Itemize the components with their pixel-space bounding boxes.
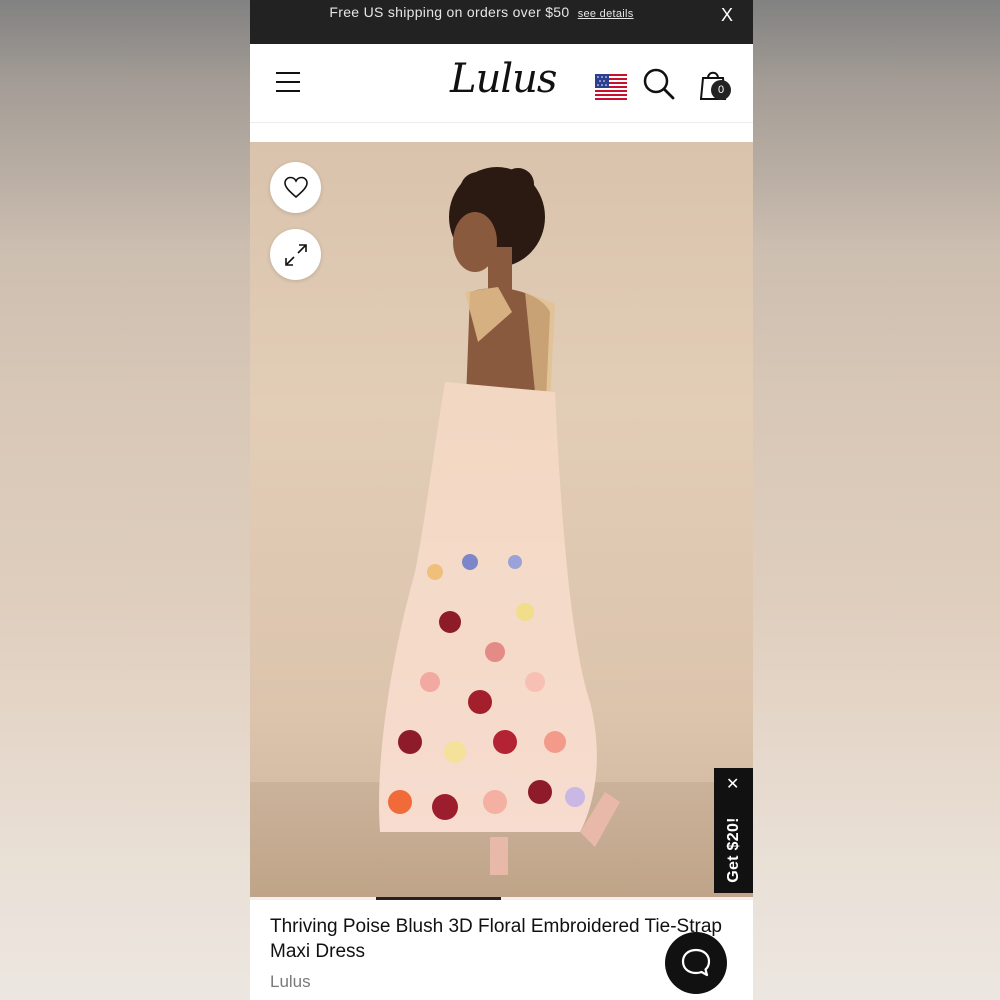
promo-text-wrap: Free US shipping on orders over $50 see … xyxy=(250,4,713,20)
model-illustration xyxy=(379,167,620,875)
get-20-promo-tab[interactable]: ✕ Get $20! xyxy=(714,768,753,893)
search-icon[interactable] xyxy=(642,67,676,101)
chat-button[interactable] xyxy=(665,932,727,994)
gallery-progress-track xyxy=(250,897,753,900)
menu-icon[interactable] xyxy=(276,72,300,92)
lulus-logo[interactable]: Lulus xyxy=(450,56,557,102)
product-image[interactable] xyxy=(250,142,753,897)
background-blur-right xyxy=(750,0,1000,1000)
chat-bubble-icon xyxy=(681,948,711,977)
background-blur-left xyxy=(0,0,250,1000)
product-brand[interactable]: Lulus xyxy=(270,972,311,992)
cart-count-badge: 0 xyxy=(711,80,731,100)
expand-icon xyxy=(285,244,307,266)
header-spacer xyxy=(250,123,753,142)
promo-tab-close-icon[interactable]: ✕ xyxy=(726,777,739,793)
mobile-page: Free US shipping on orders over $50 see … xyxy=(250,0,753,1000)
promo-tab-label: Get $20! xyxy=(725,817,742,883)
promo-close-button[interactable]: X xyxy=(721,5,733,26)
promo-bar: Free US shipping on orders over $50 see … xyxy=(250,0,753,44)
us-flag-icon[interactable] xyxy=(595,74,627,100)
expand-image-button[interactable] xyxy=(270,229,321,280)
gallery-progress-indicator xyxy=(376,897,501,900)
promo-message: Free US shipping on orders over $50 xyxy=(329,4,570,20)
see-details-link[interactable]: see details xyxy=(578,8,634,20)
product-title: Thriving Poise Blush 3D Floral Embroider… xyxy=(270,916,722,962)
heart-icon xyxy=(284,176,308,199)
site-header: Lulus 0 xyxy=(250,44,753,123)
wishlist-button[interactable] xyxy=(270,162,321,213)
